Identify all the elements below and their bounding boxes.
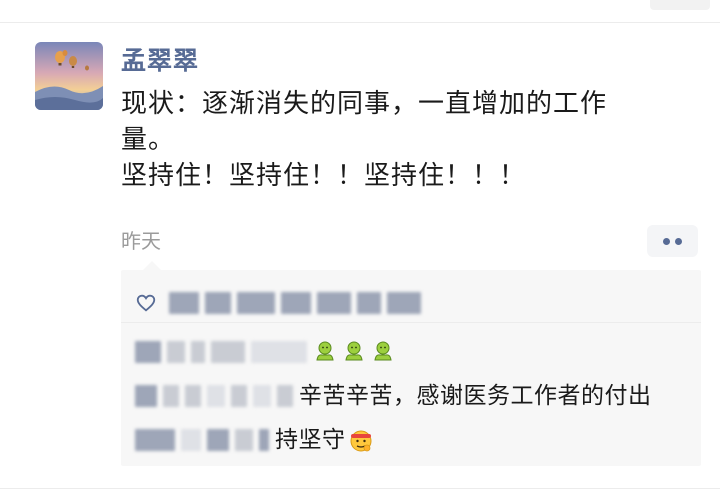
- interactions-panel: 辛苦辛苦，感谢医务工作者的付出 持坚守: [121, 261, 701, 466]
- muscle-green-emoji: [345, 341, 363, 361]
- liker-name-blurred[interactable]: [387, 292, 421, 314]
- liker-name-blurred[interactable]: [281, 292, 311, 314]
- liker-name-blurred[interactable]: [205, 292, 231, 314]
- likes-row: [135, 284, 427, 322]
- commenter-name-blurred[interactable]: [135, 385, 157, 407]
- comment-text-blurred: [235, 429, 253, 451]
- comment-text-blurred: [207, 385, 225, 407]
- liker-name-blurred[interactable]: [317, 292, 351, 314]
- comment-text-blurred: [185, 385, 201, 407]
- comment-text-blurred: [251, 341, 307, 363]
- comment-item[interactable]: 辛苦辛苦，感谢医务工作者的付出: [135, 378, 652, 414]
- comment-text: 持坚守: [275, 427, 346, 453]
- top-divider: [0, 22, 720, 23]
- liker-name-blurred[interactable]: [169, 292, 199, 314]
- commenter-name-blurred[interactable]: [135, 429, 175, 451]
- hot-air-balloons-sunset-icon: [35, 42, 103, 110]
- post-text-line: 量。: [121, 125, 176, 155]
- more-dots-icon: [675, 237, 682, 245]
- more-actions-button[interactable]: [647, 225, 698, 257]
- username-link[interactable]: 孟翠翠: [121, 46, 199, 76]
- post-timestamp: 昨天: [121, 229, 161, 253]
- muscle-green-emoji: [316, 341, 334, 361]
- comment-text-blurred: [253, 385, 271, 407]
- avatar[interactable]: [35, 42, 103, 110]
- comment-text-blurred: [181, 429, 201, 451]
- comment-item[interactable]: [135, 334, 400, 370]
- comment-text-blurred: [207, 429, 229, 451]
- muscle-green-emoji: [374, 341, 392, 361]
- bottom-divider: [0, 488, 720, 489]
- comment-item[interactable]: 持坚守: [135, 422, 374, 458]
- liker-name-blurred[interactable]: [237, 292, 275, 314]
- more-dots-icon: [663, 237, 670, 245]
- previous-post-more-button[interactable]: [650, 0, 710, 10]
- commenter-name-blurred[interactable]: [135, 341, 161, 363]
- post-text-line: 坚持住！坚持住！！坚持住！！！: [121, 161, 527, 191]
- comment-text-blurred: [191, 341, 205, 363]
- comment-text-blurred: [231, 385, 247, 407]
- heart-outline-icon: [136, 294, 156, 312]
- headband-face-emoji: [350, 430, 371, 452]
- comment-text-blurred: [211, 341, 245, 363]
- comment-text-blurred: [277, 385, 293, 407]
- liker-name-blurred[interactable]: [357, 292, 381, 314]
- comment-text-blurred: [163, 385, 179, 407]
- comment-text: 辛苦辛苦，感谢医务工作者的付出: [299, 383, 652, 409]
- post-text: 现状：逐渐消失的同事，一直增加的工作 量。 坚持住！坚持住！！坚持住！！！: [121, 86, 681, 194]
- likes-divider: [121, 322, 701, 323]
- comment-text-blurred: [259, 429, 269, 451]
- post-text-line: 现状：逐渐消失的同事，一直增加的工作: [121, 89, 608, 119]
- comment-text-blurred: [167, 341, 185, 363]
